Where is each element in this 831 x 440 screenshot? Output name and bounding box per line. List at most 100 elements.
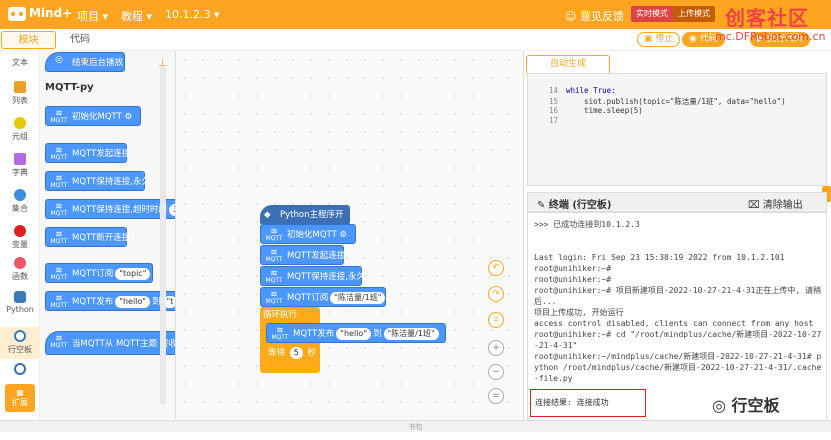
edit-icon: ✎ — [537, 200, 549, 211]
code-preview[interactable]: 14 while True: 15 siot.publish(topic="陈洁量/… — [527, 73, 827, 186]
menu-project[interactable]: 项目 ▾ — [77, 8, 108, 24]
palette-block-connect[interactable]: ≋ MQTT MQTT发起连接 — [45, 143, 130, 163]
category-variable[interactable]: 变量 — [0, 225, 40, 250]
stop-button[interactable]: ▣ 停止 — [637, 32, 681, 47]
python-icon: ◆ — [264, 210, 271, 220]
wifi-icon: ≋ MQTT — [265, 248, 283, 263]
terminal-line: root@unihiker:~# — [534, 264, 612, 273]
backpack-bar[interactable]: 书包 — [0, 420, 831, 432]
crop-icon[interactable]: ⌗ — [488, 312, 504, 328]
category-unihiker[interactable]: 行空板 — [0, 327, 40, 359]
wifi-icon: ≋ MQTT — [50, 294, 68, 309]
wifi-icon: ≋ MQTT — [50, 334, 68, 349]
loop-label: 循环执行 — [263, 310, 298, 320]
wifi-icon: ≋ MQTT — [50, 174, 68, 189]
category-tuple[interactable]: 元组 — [0, 117, 40, 142]
brand-watermark: 创客社区 — [725, 6, 809, 30]
dict-icon — [14, 153, 26, 165]
app-logo[interactable]: Mind+ — [8, 6, 72, 21]
zoom-in-icon[interactable]: + — [488, 340, 504, 356]
wifi-icon: ≋ MQTT — [50, 146, 68, 161]
feedback-icon: ☺ — [565, 10, 580, 23]
undo-icon[interactable]: ↶ — [488, 260, 504, 276]
tab-blocks[interactable]: 模块 — [1, 31, 56, 49]
block-palette: ◎ 结束后台播放 MQTT-py ≋ MQTT 初始化MQTT ⚙ ≋ MQTT MQTT… — [40, 51, 176, 419]
palette-block-init[interactable]: ≋ MQTT 初始化MQTT ⚙ — [45, 106, 141, 126]
feedback-link[interactable]: ☺ 意见反馈 — [565, 8, 624, 24]
category-set[interactable]: 集合 — [0, 189, 40, 214]
palette-block-disconnect[interactable]: ≋ MQTT MQTT断开连接 — [45, 227, 130, 247]
block-keep-alive[interactable]: ≋ MQTT MQTT保持连接,永久 — [260, 266, 365, 286]
extension-icon: ▦ — [16, 388, 24, 397]
category-globe[interactable] — [0, 363, 40, 377]
redo-icon[interactable]: ↷ — [488, 286, 504, 302]
sound-icon: ◎ — [55, 55, 63, 65]
wifi-icon: ≋ MQTT — [265, 290, 283, 305]
menu-version[interactable]: 10.1.2.3 ▾ — [165, 8, 220, 21]
terminal-line: Last login: Fri Sep 23 15:38:19 2022 fro… — [534, 253, 785, 262]
autogen-tab[interactable]: 自动生成 — [526, 55, 610, 73]
function-icon — [14, 257, 26, 269]
block-wait[interactable]: 等待 5 秒 — [268, 346, 316, 359]
clear-output-button[interactable]: ⌧ 清除输出 — [748, 196, 803, 211]
wifi-icon — [14, 330, 26, 342]
menu-tutorial[interactable]: 教程 ▾ — [121, 8, 152, 24]
mode-realtime[interactable]: 实时模式 — [631, 6, 673, 22]
mode-upload[interactable]: 上传模式 — [673, 6, 715, 22]
code-text: while True: — [566, 86, 616, 95]
wifi-icon: ≋ MQTT — [50, 202, 68, 217]
palette-block-keep[interactable]: ≋ MQTT MQTT保持连接,永久 — [45, 171, 150, 191]
palette-heading: MQTT-py — [45, 82, 94, 93]
robot-icon — [8, 6, 26, 21]
terminal-line: root@unihiker:~/mindplus/cache/新建项目-2022… — [534, 352, 822, 383]
list-icon — [14, 81, 26, 93]
block-subscribe[interactable]: ≋ MQTT MQTT订阅 "陈洁量/1班" — [260, 287, 386, 307]
terminal-line: root@unihiker:~# 项目新建项目-2022-10-27-21-4-… — [534, 286, 822, 306]
palette-block-subscribe[interactable]: ≋ MQTT MQTT订阅 "topic" — [45, 263, 153, 283]
palette-block-on-message[interactable]: ≋ MQTT 当MQTT从 MQTT主题 接收 — [45, 331, 175, 355]
watermark: ◎ 行空板 — [712, 396, 780, 415]
python-icon — [14, 291, 26, 303]
block-init-mqtt[interactable]: ≋ MQTT 初始化MQTT ⚙ — [260, 224, 356, 244]
extensions-button[interactable]: ▦ 扩展 — [5, 384, 35, 412]
terminal-line: root@unihiker:~# cd "/root/mindplus/cach… — [534, 330, 822, 350]
code-line: 16 time.sleep(5) — [536, 106, 826, 116]
category-dict[interactable]: 字典 — [0, 153, 40, 178]
globe-icon — [14, 363, 26, 375]
category-bar: 文本 列表 元组 字典 集合 变量 函数 Python 行空板 ▦ 扩展 — [0, 51, 40, 430]
palette-block-keep-timeout[interactable]: ≋MQTTMQTT保持连接,超时时间30 — [45, 199, 175, 219]
block-connect[interactable]: ≋ MQTT MQTT发起连接 — [260, 245, 345, 265]
zoom-reset-icon[interactable]: = — [488, 388, 504, 404]
category-text[interactable]: 文本 — [0, 57, 40, 68]
terminal-line: 项目上传成功, 开始运行 — [534, 308, 624, 317]
code-line: 15 siot.publish(topic="陈洁量/1班", data="he… — [536, 96, 826, 106]
connection-result: 连接结果: 连接成功 — [530, 389, 646, 417]
category-list[interactable]: 列表 — [0, 81, 40, 106]
tuple-icon — [14, 117, 26, 129]
line-number: 17 — [548, 116, 558, 125]
wifi-icon: ≋ MQTT — [50, 266, 68, 281]
code-line: 17 — [536, 116, 826, 126]
top-bar: Mind+ 项目 ▾ 教程 ▾ 10.1.2.3 ▾ ☺ 意见反馈 实时模式 上… — [0, 0, 831, 30]
wifi-icon: ≋ MQTT — [50, 230, 68, 245]
tab-code[interactable]: 代码 — [60, 31, 100, 49]
palette-block-stop-bg[interactable]: ◎ 结束后台播放 — [45, 52, 125, 72]
gear-icon: ⚙ — [124, 112, 133, 122]
zoom-out-icon[interactable]: − — [488, 364, 504, 380]
block-python-main[interactable]: ◆Python主程序开始 — [260, 205, 350, 240]
code-line: 14 while True: — [536, 86, 826, 96]
brand-url: mc.DFRobot.com.cn — [715, 30, 826, 43]
category-python[interactable]: Python — [0, 291, 40, 314]
gear-icon: ⚙ — [339, 230, 348, 240]
pin-icon[interactable]: ⊥ — [158, 58, 167, 69]
line-number: 14 — [548, 86, 558, 95]
palette-scrollbar[interactable] — [160, 65, 166, 405]
wifi-icon: ≋ MQTT — [265, 227, 283, 242]
palette-block-publish[interactable]: ≋ MQTT MQTT发布 "hello" 到 "t — [45, 291, 175, 311]
terminal-line: access control disabled, clients can con… — [534, 319, 814, 328]
category-function[interactable]: 函数 — [0, 257, 40, 282]
block-publish[interactable]: ≋ MQTT MQTT发布 "hello" 到 "陈洁量/1班" — [266, 323, 446, 343]
stop-icon: ▣ — [644, 34, 656, 44]
